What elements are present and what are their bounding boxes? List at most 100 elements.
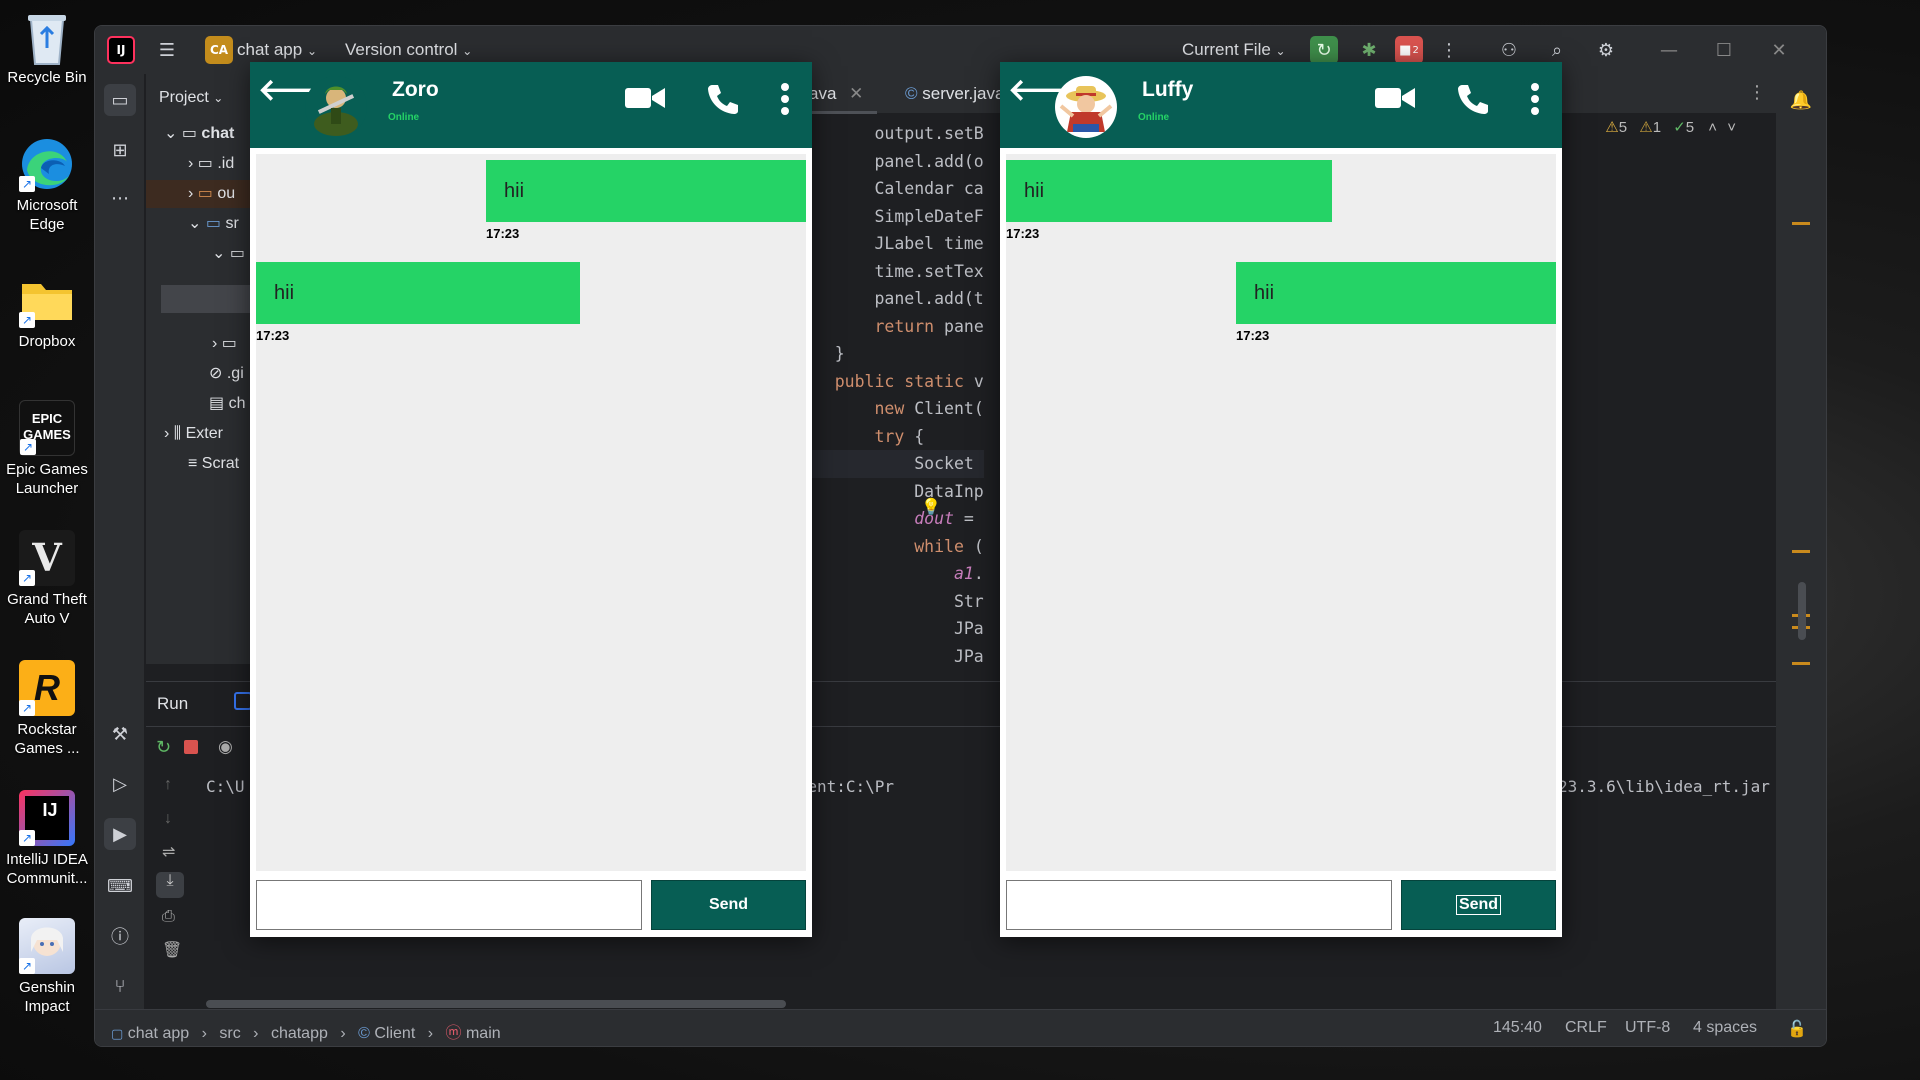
notifications-bell-icon[interactable]: 🔔 [1785, 84, 1817, 116]
stop-icon[interactable]: ■ 2 [1395, 36, 1423, 64]
send-button[interactable]: Send [1401, 880, 1556, 930]
shortcut-arrow-icon: ↗ [19, 570, 35, 586]
more-vertical-icon[interactable] [1530, 82, 1540, 121]
warning-marker[interactable] [1792, 550, 1810, 553]
hamburger-menu-icon[interactable]: ☰ [153, 36, 181, 64]
arrow-down-icon[interactable]: ↓ [164, 810, 172, 828]
trash-icon[interactable]: 🗑 [162, 940, 182, 960]
services-icon[interactable]: ▷ [104, 768, 136, 800]
message-bubble-sent: hii [1236, 262, 1556, 324]
stop-icon[interactable] [184, 740, 198, 754]
phone-call-icon[interactable] [1456, 82, 1490, 121]
project-folder-icon[interactable]: ▭ [104, 84, 136, 116]
breadcrumb-item[interactable]: Client [374, 1025, 415, 1042]
breadcrumb-item[interactable]: chat app [128, 1025, 189, 1042]
code-line[interactable]: Str [795, 588, 984, 616]
more-vertical-icon[interactable]: ⋮ [1748, 82, 1766, 103]
code-line[interactable]: a1. [795, 560, 984, 588]
code-line[interactable]: return pane [795, 313, 983, 341]
breadcrumb-item[interactable]: chatapp [271, 1025, 328, 1042]
problems-icon[interactable]: ⓘ [104, 920, 136, 952]
code-line[interactable]: DataInp [795, 478, 984, 506]
breadcrumb-item[interactable]: src [219, 1025, 240, 1042]
video-call-icon[interactable] [1375, 84, 1415, 117]
structure-icon[interactable]: ⊞ [104, 134, 136, 166]
desktop-icon-epic-games[interactable]: EPIC GAMES ↗ Epic Games Launcher [4, 400, 90, 498]
caret-position[interactable]: 145:40 [1493, 1019, 1542, 1037]
console-scrollbar[interactable] [206, 1000, 786, 1008]
desktop-icon-gta-v[interactable]: V ↗ Grand Theft Auto V [4, 530, 90, 628]
build-hammer-icon[interactable]: ⚒ [104, 718, 136, 750]
file-encoding[interactable]: UTF-8 [1625, 1019, 1670, 1037]
rerun-icon[interactable]: ↻ [156, 737, 171, 758]
more-horizontal-icon[interactable]: ⋯ [104, 182, 136, 214]
scroll-to-end-icon[interactable]: ⤓ [156, 872, 184, 898]
contact-status: Online [1138, 112, 1170, 123]
message-input[interactable] [1006, 880, 1392, 930]
lightbulb-icon[interactable]: 💡 [921, 497, 941, 517]
add-user-icon[interactable]: ⚇ [1495, 36, 1523, 64]
debug-icon[interactable]: ✱ [1355, 36, 1383, 64]
code-line[interactable]: JPa [795, 643, 984, 665]
code-line[interactable]: JPa [795, 615, 984, 643]
rerun-icon[interactable]: ↻ [1310, 36, 1338, 64]
code-line[interactable]: dout = [795, 505, 984, 533]
warning-marker[interactable] [1792, 662, 1810, 665]
avatar[interactable] [1055, 76, 1117, 138]
phone-call-icon[interactable] [706, 82, 740, 121]
run-title[interactable]: Run [157, 694, 188, 714]
more-vertical-icon[interactable] [780, 82, 790, 121]
intellij-logo-icon[interactable]: IJ [107, 36, 135, 64]
camera-icon[interactable]: ◉ [218, 737, 233, 757]
code-line[interactable]: new Client( [795, 395, 983, 423]
avatar[interactable] [305, 76, 367, 138]
code-line[interactable]: SimpleDateF [795, 203, 983, 231]
project-badge[interactable]: CA [205, 36, 233, 64]
code-line[interactable]: JLabel time [795, 230, 983, 258]
video-call-icon[interactable] [625, 84, 665, 117]
more-vertical-icon[interactable]: ⋮ [1435, 36, 1463, 64]
desktop-icon-genshin[interactable]: ↗ Genshin Impact [4, 918, 90, 1016]
desktop-icon-intellij[interactable]: IJ ↗ IntelliJ IDEA Communit... [4, 790, 90, 888]
code-line[interactable]: time.setTex [795, 258, 983, 286]
console-output-left: C:\U [206, 777, 245, 796]
code-line[interactable]: try { [795, 423, 924, 451]
project-name-menu[interactable]: chat app ⌄ [237, 40, 317, 60]
run-config-selector[interactable]: Current File ⌄ [1182, 40, 1286, 60]
settings-gear-icon[interactable]: ⚙ [1592, 36, 1620, 64]
search-icon[interactable]: ⌕ [1543, 36, 1571, 64]
code-line[interactable]: while ( [795, 533, 984, 561]
code-line[interactable]: Calendar ca [795, 175, 983, 203]
run-tool-icon[interactable]: ▶ [104, 818, 136, 850]
version-control-menu[interactable]: Version control ⌄ [345, 40, 472, 60]
message-input[interactable] [256, 880, 642, 930]
chat-message-area[interactable]: hii 17:23 hii 17:23 [1006, 154, 1556, 871]
chat-message-area[interactable]: hii 17:23 hii 17:23 [256, 154, 806, 871]
desktop-icon-edge[interactable]: ↗ Microsoft Edge [4, 136, 90, 234]
print-icon[interactable]: ⎙ [162, 908, 175, 926]
minimize-icon[interactable]: — [1655, 36, 1683, 64]
maximize-icon[interactable]: ☐ [1710, 36, 1738, 64]
arrow-up-icon[interactable]: ↑ [164, 776, 172, 794]
warning-marker[interactable] [1792, 222, 1810, 225]
code-line[interactable]: panel.add(t [795, 285, 983, 313]
terminal-icon[interactable]: ⌨ [104, 870, 136, 902]
shortcut-arrow-icon: ↗ [19, 176, 35, 192]
editor-scrollbar[interactable] [1798, 582, 1806, 640]
desktop-icon-recycle-bin[interactable]: Recycle Bin [4, 8, 90, 87]
code-line[interactable]: output.setB [795, 120, 983, 148]
code-line[interactable]: public static v [795, 368, 984, 396]
code-line[interactable]: panel.add(o [795, 148, 983, 176]
line-separator[interactable]: CRLF [1565, 1019, 1607, 1037]
desktop-icon-rockstar[interactable]: R ↗ Rockstar Games ... [4, 660, 90, 758]
git-branch-icon[interactable]: ⑂ [104, 970, 136, 1002]
code-line[interactable]: Socket [795, 450, 984, 478]
indent-setting[interactable]: 4 spaces [1693, 1019, 1757, 1037]
send-button[interactable]: Send [651, 880, 806, 930]
close-icon[interactable]: ✕ [1765, 36, 1793, 64]
breadcrumb-item[interactable]: main [466, 1025, 501, 1042]
desktop-icon-dropbox[interactable]: ↗ Dropbox [4, 272, 90, 351]
soft-wrap-icon[interactable]: ⇌ [162, 842, 175, 862]
lock-icon[interactable]: 🔓 [1787, 1019, 1807, 1039]
class-icon: © [358, 1025, 370, 1042]
